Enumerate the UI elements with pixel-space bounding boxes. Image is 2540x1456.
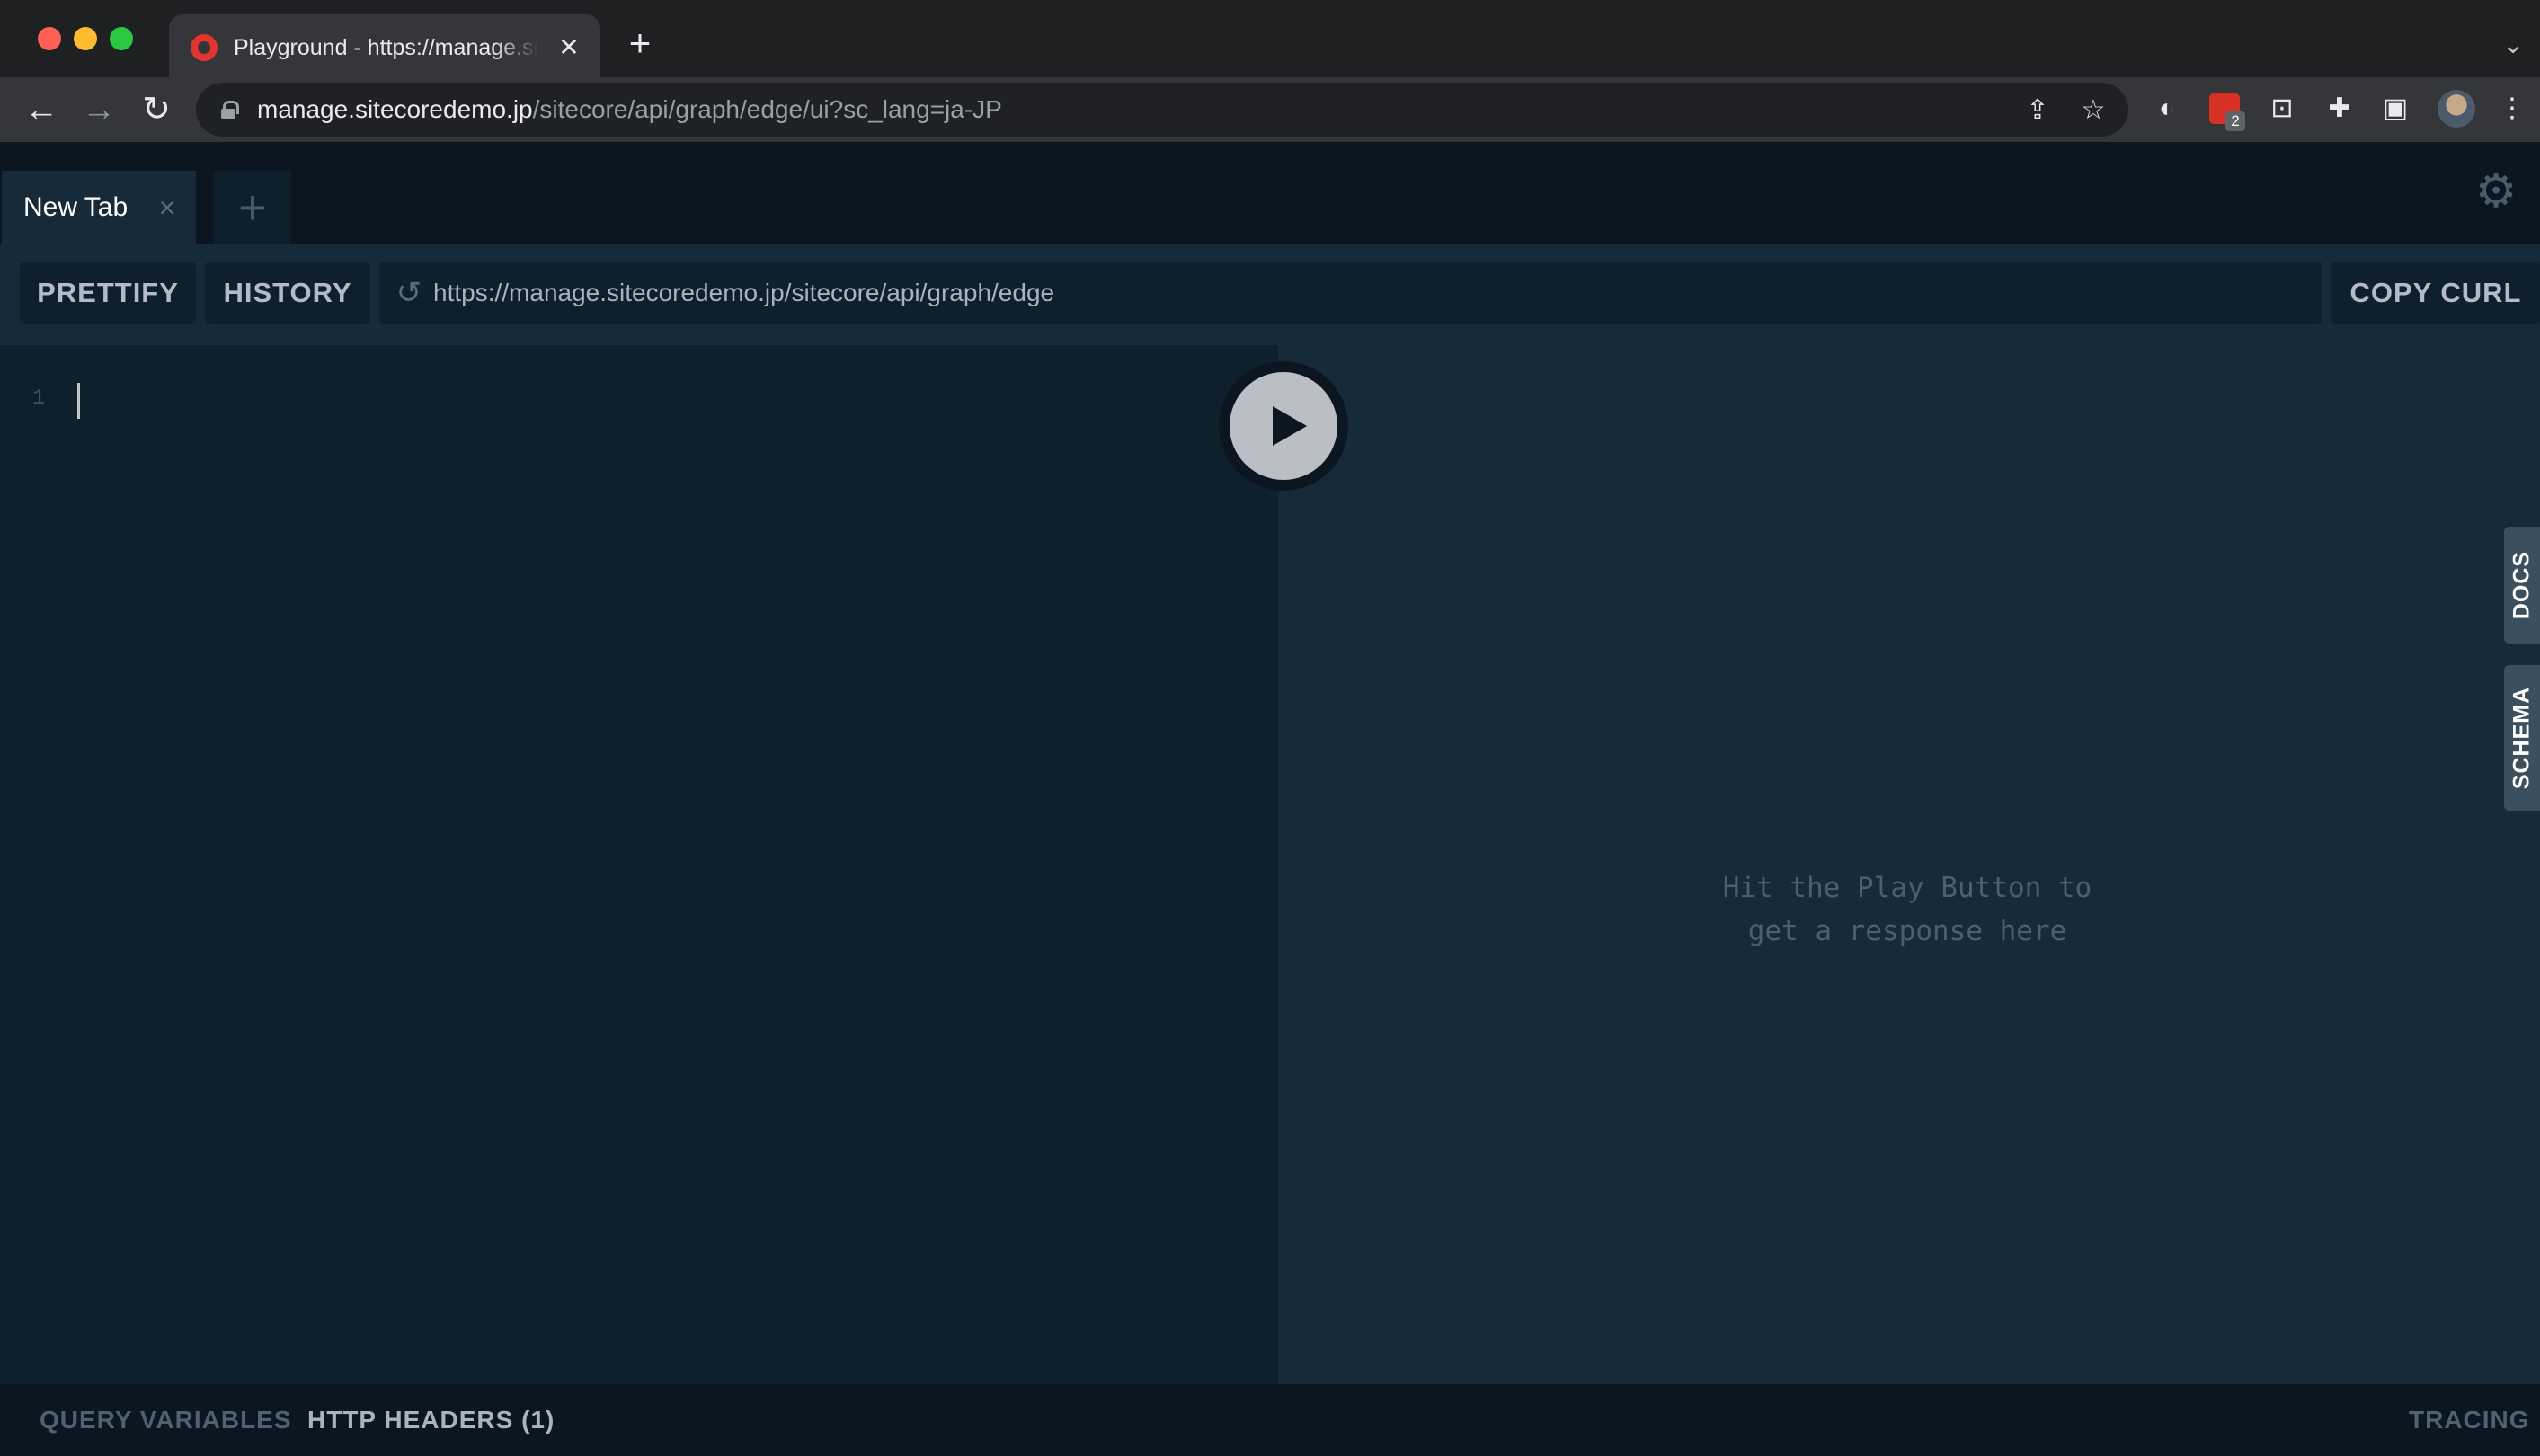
result-hint-line-1: Hit the Play Button to bbox=[1722, 872, 2092, 904]
chevron-down-icon[interactable]: ⌄ bbox=[2495, 27, 2531, 63]
extension-badge: 2 bbox=[2225, 111, 2245, 131]
browser-titlebar: Playground - https://manage.sitecoredemo… bbox=[0, 0, 2540, 77]
http-headers-tab[interactable]: HTTP HEADERS (1) bbox=[307, 1402, 555, 1438]
playground-toolbar: PRETTIFY HISTORY ↺ COPY CURL bbox=[0, 244, 2540, 345]
extension-icon[interactable]: ◐ bbox=[2150, 92, 2184, 126]
new-browser-tab-button[interactable]: + bbox=[620, 23, 660, 63]
copy-curl-button[interactable]: COPY CURL bbox=[2331, 262, 2540, 324]
browser-tab-close-icon[interactable]: ✕ bbox=[554, 32, 584, 63]
lock-icon[interactable] bbox=[221, 101, 239, 119]
play-button-face[interactable] bbox=[1230, 372, 1337, 480]
favicon-icon bbox=[191, 34, 218, 61]
text-cursor bbox=[77, 383, 80, 419]
playground-app: New Tab × + ⚙ PRETTIFY HISTORY ↺ COPY CU… bbox=[0, 142, 2540, 1456]
result-panel: Hit the Play Button to get a response he… bbox=[1278, 345, 2540, 1384]
result-hint: Hit the Play Button to get a response he… bbox=[1647, 866, 2168, 953]
avatar[interactable] bbox=[2438, 90, 2475, 128]
browser-tab-title: Playground - https://manage.sitecoredemo… bbox=[234, 35, 539, 60]
add-tab-button[interactable]: + bbox=[214, 171, 291, 244]
minimize-window-button[interactable] bbox=[74, 27, 97, 50]
close-icon[interactable]: × bbox=[151, 191, 183, 225]
bookmark-star-icon[interactable]: ☆ bbox=[2078, 95, 2109, 126]
playground-tab-label: New Tab bbox=[23, 192, 129, 222]
url-path: /sitecore/api/graph/edge/ui?sc_lang=ja-J… bbox=[532, 95, 1002, 123]
fullscreen-window-button[interactable] bbox=[110, 27, 133, 50]
side-panel-icon[interactable]: ▣ bbox=[2378, 92, 2412, 126]
playground-tab[interactable]: New Tab × bbox=[2, 171, 196, 244]
line-number: 1 bbox=[32, 386, 46, 411]
tracing-tab[interactable]: TRACING bbox=[2409, 1402, 2530, 1438]
reload-icon[interactable]: ↻ bbox=[137, 90, 176, 129]
kebab-menu-icon[interactable]: ⋮ bbox=[2495, 92, 2529, 126]
back-arrow-icon[interactable]: ← bbox=[22, 90, 61, 129]
url-text[interactable]: manage.sitecoredemo.jp/sitecore/api/grap… bbox=[257, 93, 1002, 126]
result-hint-line-2: get a response here bbox=[1747, 915, 2067, 947]
query-editor[interactable]: 1 bbox=[0, 345, 1278, 1384]
schema-side-tab[interactable]: SCHEMA bbox=[2504, 665, 2540, 811]
play-button[interactable] bbox=[1219, 361, 1348, 491]
play-icon bbox=[1273, 406, 1307, 446]
close-window-button[interactable] bbox=[38, 27, 61, 50]
docs-side-tab-label: DOCS bbox=[2509, 550, 2535, 620]
url-host: manage.sitecoredemo.jp bbox=[257, 95, 533, 123]
bottom-drawer-bar: QUERY VARIABLES HTTP HEADERS (1) TRACING bbox=[0, 1384, 2540, 1456]
history-button[interactable]: HISTORY bbox=[205, 262, 370, 324]
query-variables-tab[interactable]: QUERY VARIABLES bbox=[40, 1402, 292, 1438]
docs-side-tab[interactable]: DOCS bbox=[2504, 527, 2540, 644]
endpoint-field[interactable]: ↺ bbox=[379, 262, 2322, 324]
history-reload-icon[interactable]: ↺ bbox=[392, 276, 426, 310]
endpoint-input[interactable] bbox=[433, 262, 2312, 324]
browser-tab[interactable]: Playground - https://manage.sitecoredemo… bbox=[169, 14, 600, 77]
address-bar[interactable]: manage.sitecoredemo.jp/sitecore/api/grap… bbox=[196, 83, 2128, 137]
share-icon[interactable]: ⇪ bbox=[2022, 95, 2053, 126]
gear-icon[interactable]: ⚙ bbox=[2473, 168, 2518, 215]
prettify-button[interactable]: PRETTIFY bbox=[20, 262, 196, 324]
extension-glasses-icon[interactable]: ⊡ bbox=[2265, 92, 2299, 126]
forward-arrow-icon[interactable]: → bbox=[79, 90, 119, 129]
extensions-puzzle-icon[interactable]: ✚ bbox=[2322, 92, 2357, 126]
schema-side-tab-label: SCHEMA bbox=[2509, 686, 2535, 790]
